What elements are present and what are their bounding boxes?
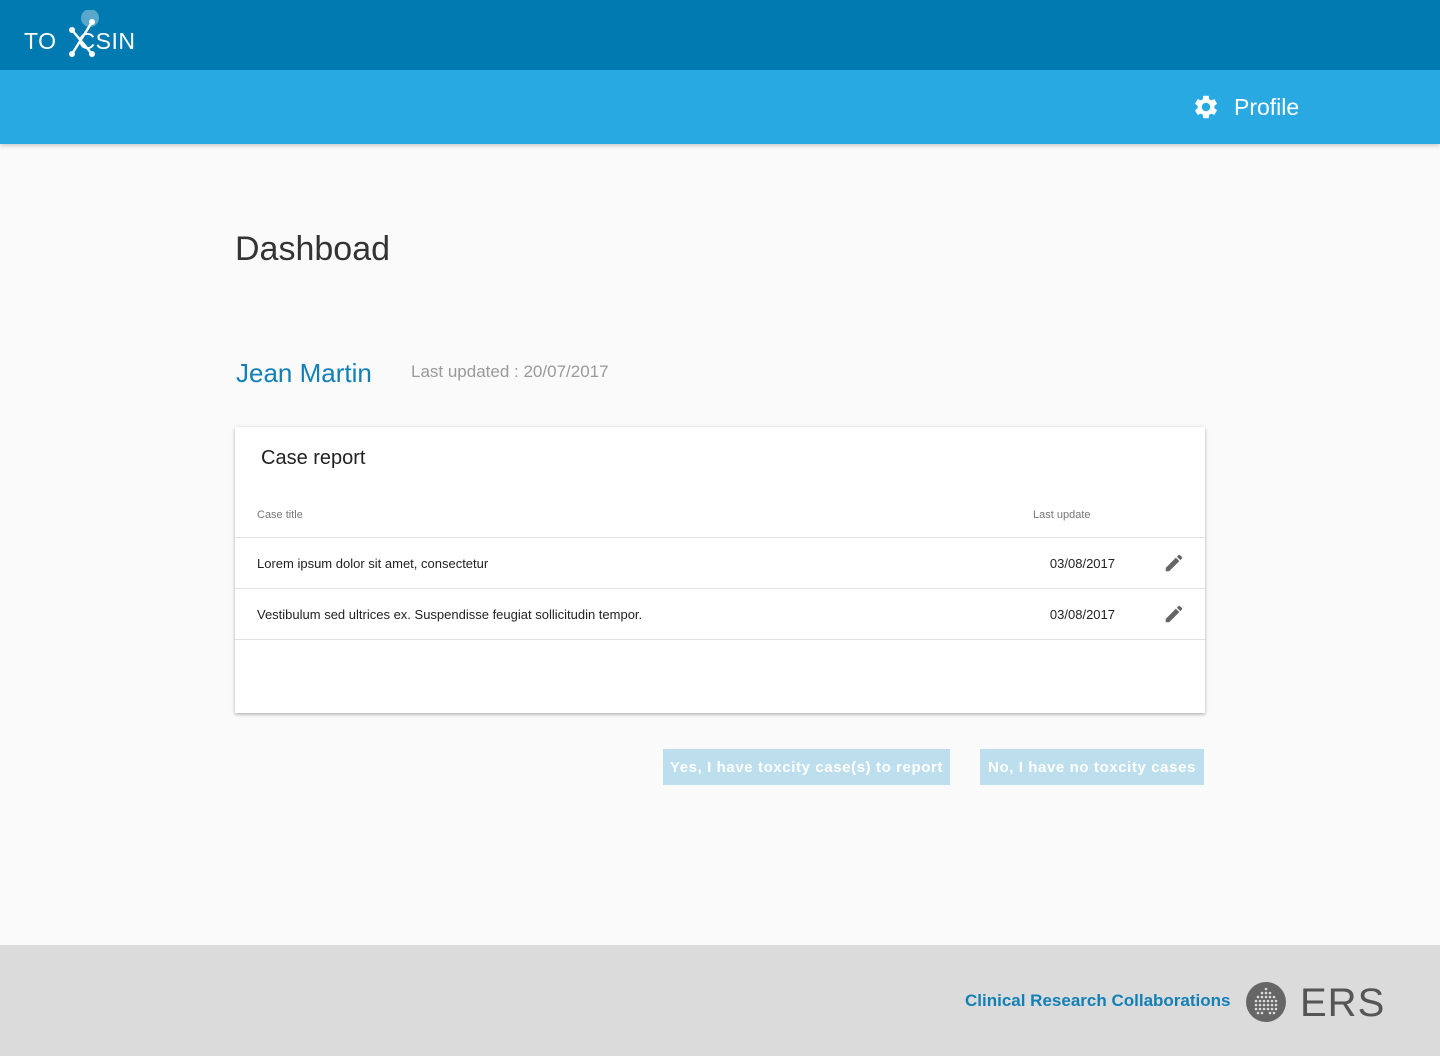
case-report-card: Case report Case title Last update Lorem… <box>235 427 1205 713</box>
ers-lungs-icon <box>1246 982 1286 1022</box>
table-row[interactable]: Vestibulum sed ultrices ex. Suspendisse … <box>235 588 1205 640</box>
case-title-cell: Lorem ipsum dolor sit amet, consectetur <box>257 556 489 571</box>
logo-molecule-icon <box>69 10 99 57</box>
top-bar: TO CSIN <box>0 0 1440 70</box>
page-title: Dashboad <box>235 230 391 268</box>
case-date-cell: 03/08/2017 <box>1049 607 1115 622</box>
yes-report-cases-button[interactable]: Yes, I have toxcity case(s) to report <box>663 749 950 785</box>
case-title-cell: Vestibulum sed ultrices ex. Suspendisse … <box>257 607 643 622</box>
card-title: Case report <box>261 447 366 469</box>
case-date-cell: 03/08/2017 <box>1049 556 1115 571</box>
edit-pencil-icon[interactable] <box>1163 603 1185 625</box>
column-header-case-title: Case title <box>257 509 303 521</box>
last-updated-text: Last updated : 20/07/2017 <box>411 362 609 381</box>
gear-icon <box>1195 95 1217 119</box>
secondary-nav-bar: Profile <box>0 70 1440 144</box>
ers-text: ERS <box>1300 981 1386 1025</box>
profile-label: Profile <box>1234 93 1300 120</box>
no-cases-button[interactable]: No, I have no toxcity cases <box>980 749 1204 785</box>
edit-pencil-icon[interactable] <box>1163 552 1185 574</box>
ers-logo[interactable]: ERS <box>1245 981 1384 1027</box>
toxcsin-logo[interactable]: TO CSIN <box>24 10 144 60</box>
column-header-last-update: Last update <box>1033 509 1091 521</box>
user-name: Jean Martin <box>236 358 372 388</box>
table-row[interactable]: Lorem ipsum dolor sit amet, consectetur … <box>235 537 1205 588</box>
clinical-research-collaborations-link[interactable]: Clinical Research Collaborations <box>965 991 1230 1011</box>
profile-button[interactable]: Profile <box>1192 90 1299 124</box>
footer: Clinical Research Collaborations ERS <box>0 945 1440 1056</box>
